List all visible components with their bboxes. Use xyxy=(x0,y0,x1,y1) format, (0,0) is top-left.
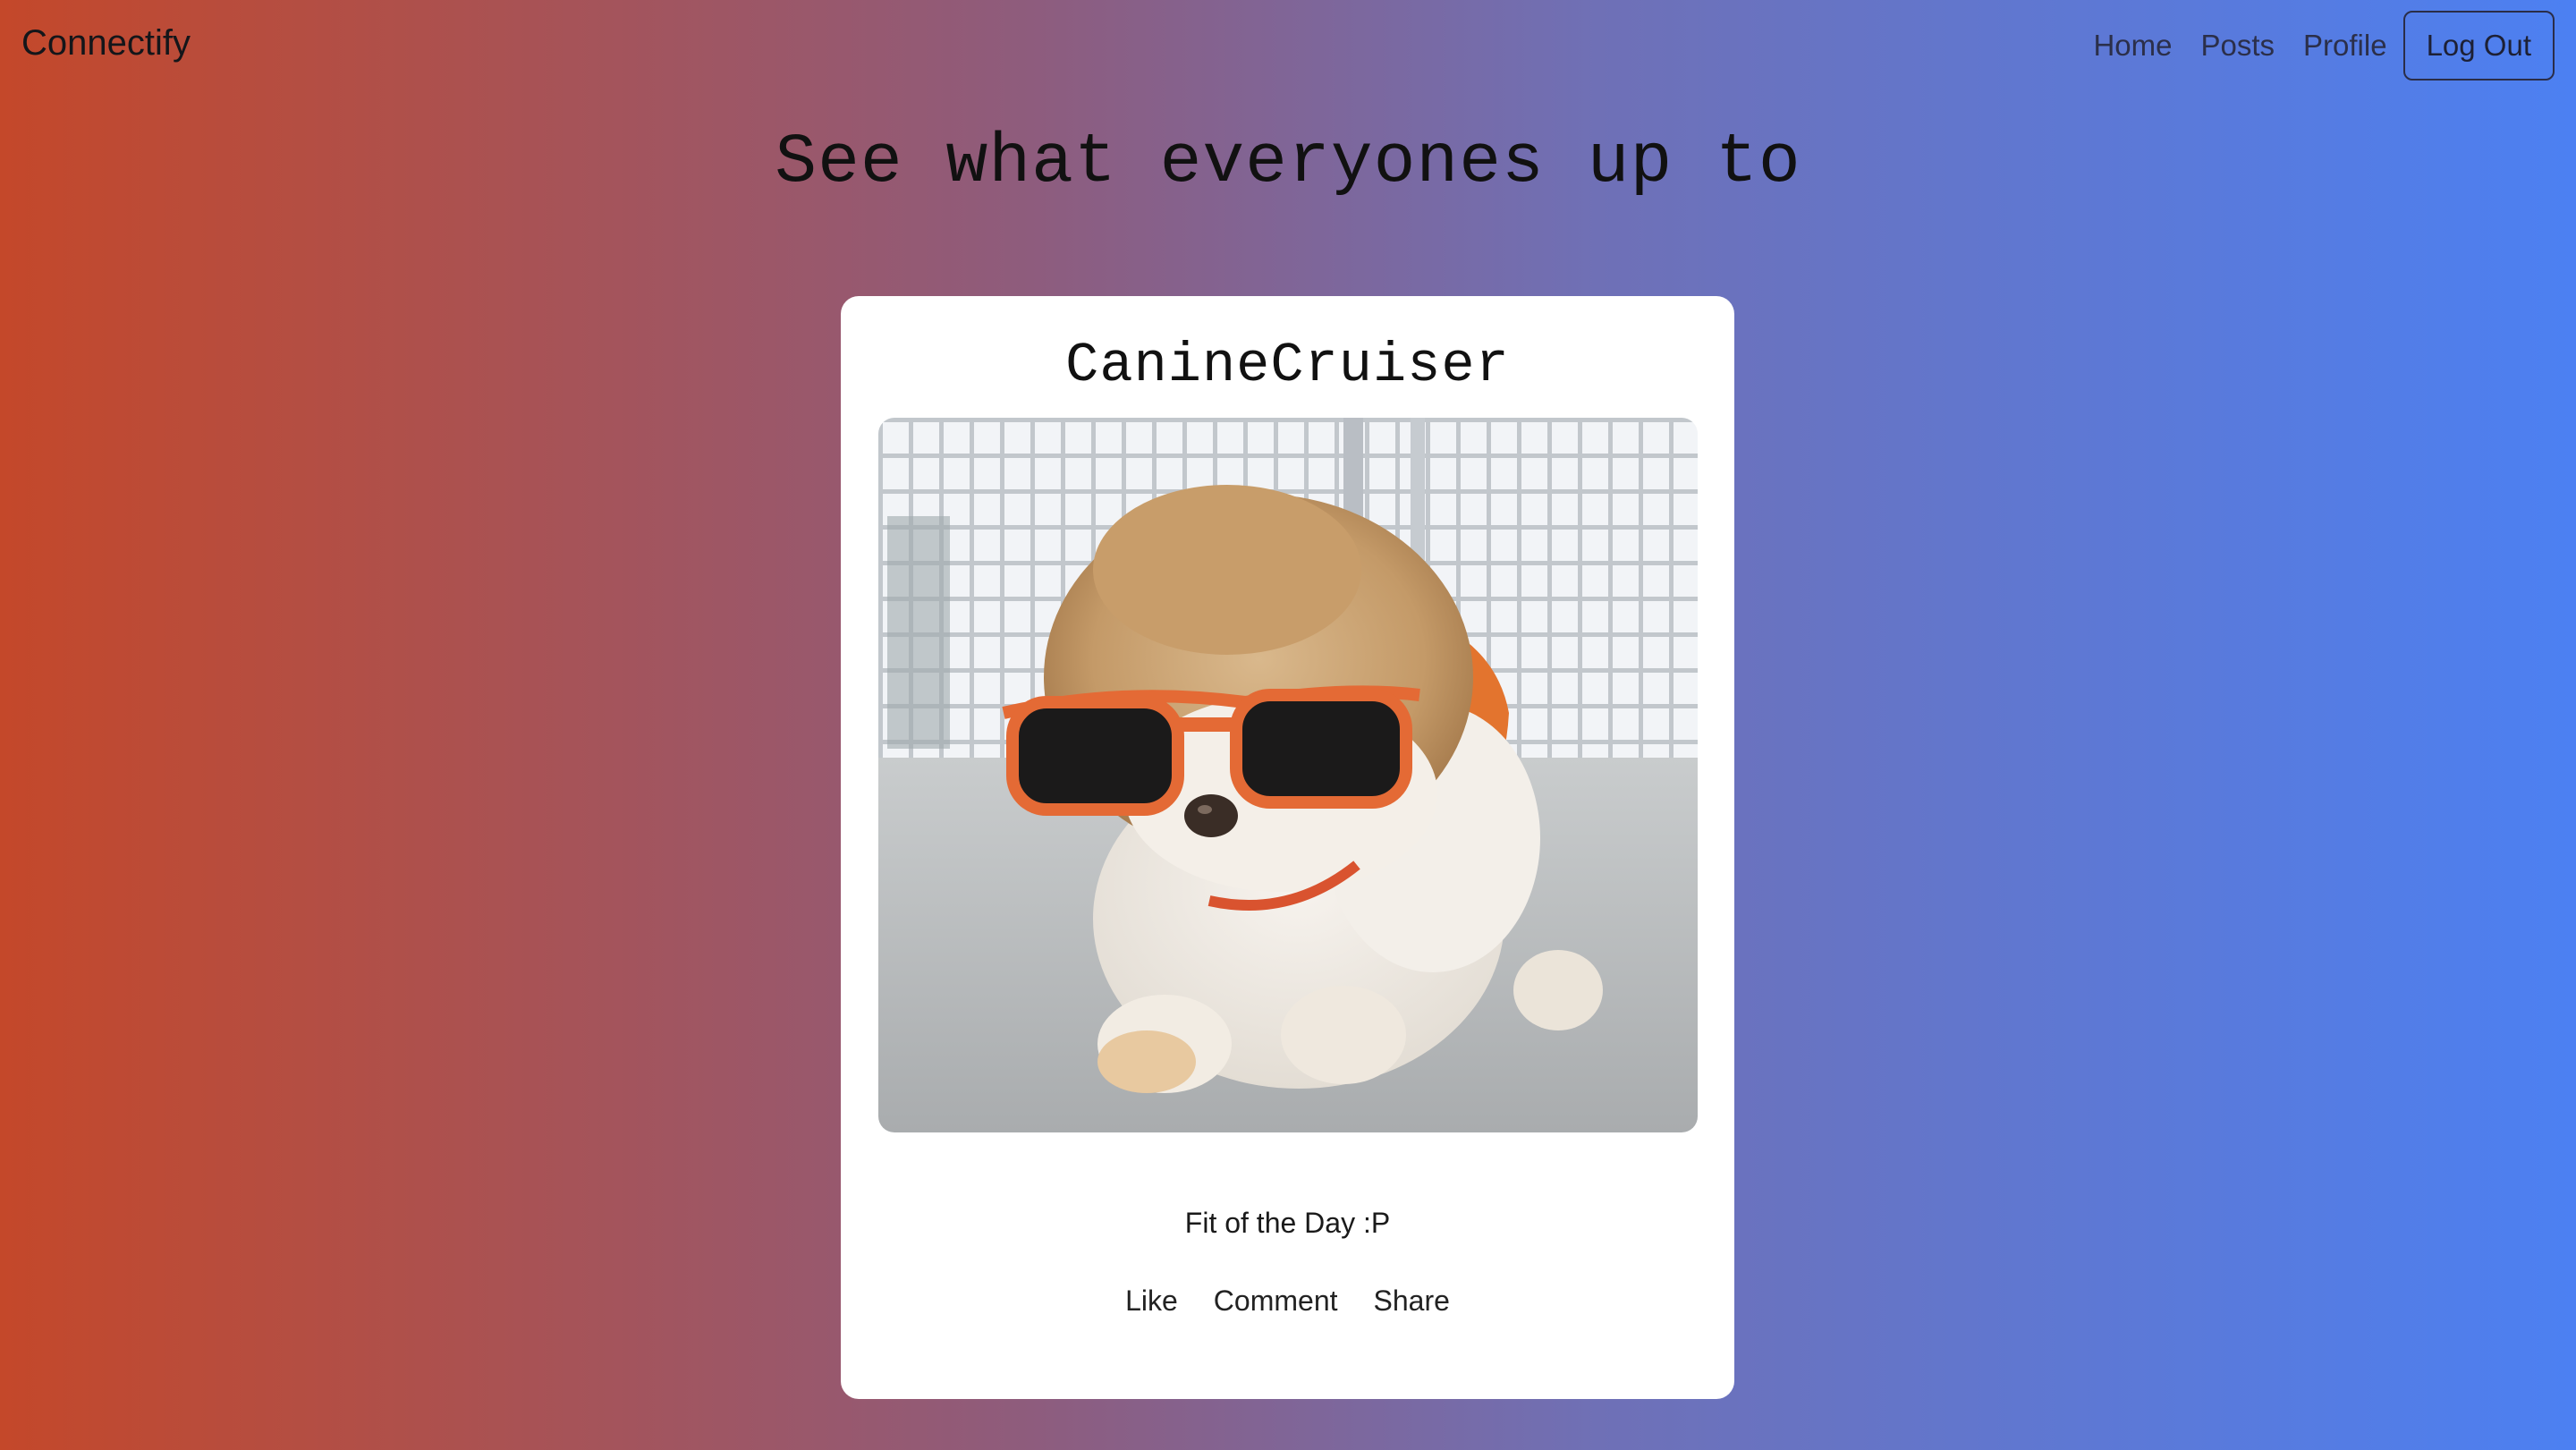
comment-button[interactable]: Comment xyxy=(1214,1285,1338,1318)
post-card: CanineCruiser Fit of the Day:P Like Com… xyxy=(841,296,1734,1399)
post-image[interactable] xyxy=(878,418,1698,1132)
nav-link-home[interactable]: Home xyxy=(2079,11,2186,81)
post-actions: Like Comment Share xyxy=(841,1285,1734,1318)
page-title: See what everyones up to xyxy=(775,123,1801,202)
nav-link-posts[interactable]: Posts xyxy=(2186,11,2289,81)
like-button[interactable]: Like xyxy=(1125,1285,1178,1318)
nav-link-profile[interactable]: Profile xyxy=(2289,11,2402,81)
post-caption: Fit of the Day :P xyxy=(1184,1207,1391,1239)
dog-with-sunglasses-photo xyxy=(878,418,1698,1132)
logout-button[interactable]: Log Out xyxy=(2402,11,2555,81)
share-button[interactable]: Share xyxy=(1374,1285,1450,1318)
post-username[interactable]: CanineCruiser xyxy=(841,334,1734,397)
nav-links: Home Posts Profile Log Out xyxy=(2079,11,2555,81)
navbar: Connectify Home Posts Profile Log Out xyxy=(0,0,2576,93)
brand-logo[interactable]: Connectify xyxy=(21,23,191,64)
